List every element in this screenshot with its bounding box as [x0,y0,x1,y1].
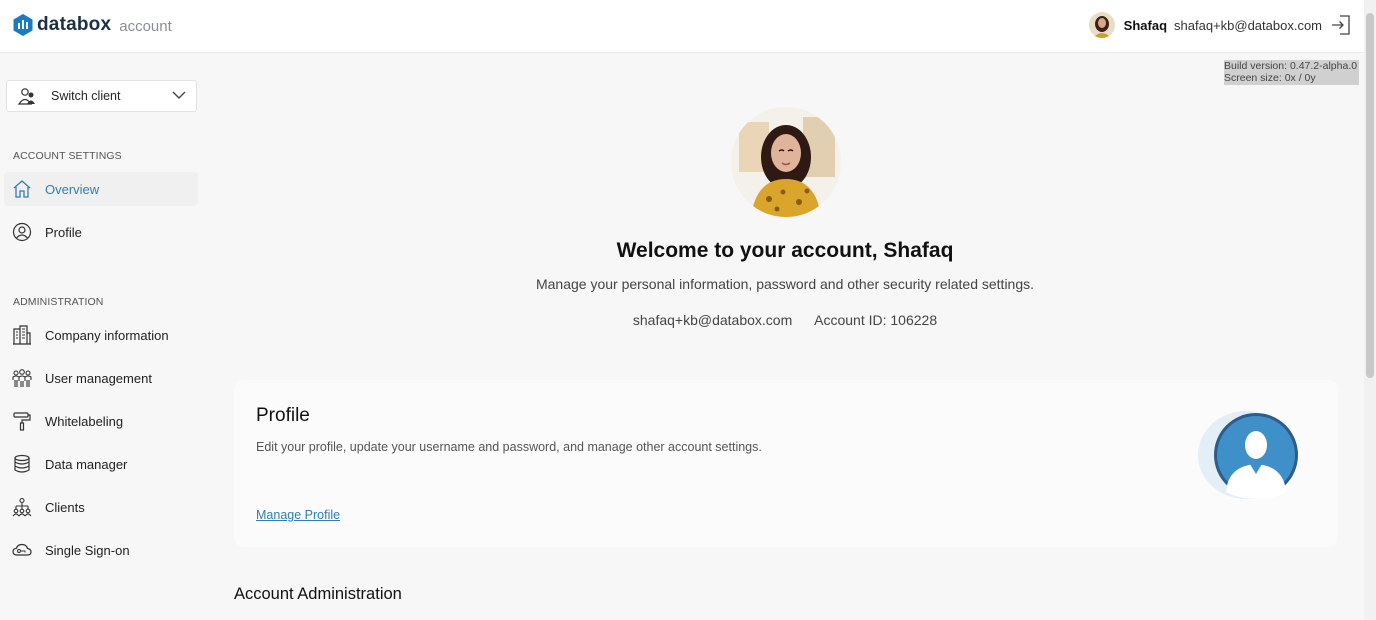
switch-client-dropdown[interactable]: Switch client [6,80,197,112]
account-email: shafaq+kb@databox.com [632,312,793,328]
chevron-down-icon [172,91,186,99]
section-account-settings: ACCOUNT SETTINGS [13,150,122,162]
user-menu: Shafaq shafaq+kb@databox.com [1088,12,1352,38]
sidebar-item-whitelabeling[interactable]: Whitelabeling [4,404,198,438]
sidebar-item-label: Profile [45,224,82,240]
account-identifiers: shafaq+kb@databox.com Account ID: 106228 [206,312,1364,328]
welcome-heading: Welcome to your account, Shafaq [616,239,954,262]
sidebar-item-label: Overview [45,181,100,197]
databox-logo[interactable]: databox account [13,14,172,36]
top-header: databox account Shafaq shafaq+kb@databox… [0,0,1376,53]
sidebar-item-overview[interactable]: Overview [4,172,198,206]
sidebar-item-label: Whitelabeling [45,413,124,429]
switch-client-label: Switch client [51,89,121,103]
build-version: Build version: 0.47.2-alpha.0 [1224,60,1358,72]
sidebar-item-clients[interactable]: Clients [4,490,198,524]
profile-photo [731,107,841,217]
profile-illustration-icon [1198,411,1298,499]
sidebar-item-label: Data manager [45,456,128,472]
scrollbar-thumb[interactable] [1366,13,1374,378]
sidebar-item-data-manager[interactable]: Data manager [4,447,198,481]
profile-card-title: Profile [256,405,310,426]
sidebar-item-single-sign-on[interactable]: Single Sign-on [4,533,198,567]
logout-icon[interactable] [1330,14,1352,36]
sidebar-item-profile[interactable]: Profile [4,215,198,249]
sidebar-item-label: User management [45,370,152,386]
home-icon [13,180,31,198]
profile-card-description: Edit your profile, update your username … [256,440,762,454]
manage-profile-link[interactable]: Manage Profile [256,508,340,522]
sidebar: Switch client ACCOUNT SETTINGS Overview … [0,53,206,620]
sidebar-item-user-management[interactable]: User management [4,361,198,395]
sidebar-item-label: Company information [45,327,169,343]
sidebar-item-label: Single Sign-on [45,542,130,558]
account-administration-heading: Account Administration [234,585,402,603]
users-icon [12,369,32,387]
sidebar-item-company-information[interactable]: Company information [4,318,198,352]
main-content: Build version: 0.47.2-alpha.0 Screen siz… [206,53,1364,620]
databox-logo-icon [13,14,33,36]
profile-card: Profile Edit your profile, update your u… [234,380,1338,547]
user-avatar[interactable] [1088,12,1115,38]
account-id: Account ID: 106228 [814,312,938,328]
cloud-key-icon [12,543,32,556]
switch-client-icon [17,88,35,105]
build-info: Build version: 0.47.2-alpha.0 Screen siz… [1224,60,1359,85]
welcome-subtitle: Manage your personal information, passwo… [535,276,1035,292]
hierarchy-icon [12,497,32,517]
sidebar-item-label: Clients [45,499,85,515]
screen-size: Screen size: 0x / 0y [1224,72,1316,84]
database-icon [14,454,30,473]
user-email: shafaq+kb@databox.com [1174,17,1322,33]
brand-subtitle: account [119,17,172,35]
building-icon [13,325,31,345]
brand-name: databox [37,14,112,35]
section-administration: ADMINISTRATION [13,296,104,308]
user-name: Shafaq [1123,17,1168,33]
paint-roller-icon [13,412,31,431]
user-circle-icon [12,222,32,242]
